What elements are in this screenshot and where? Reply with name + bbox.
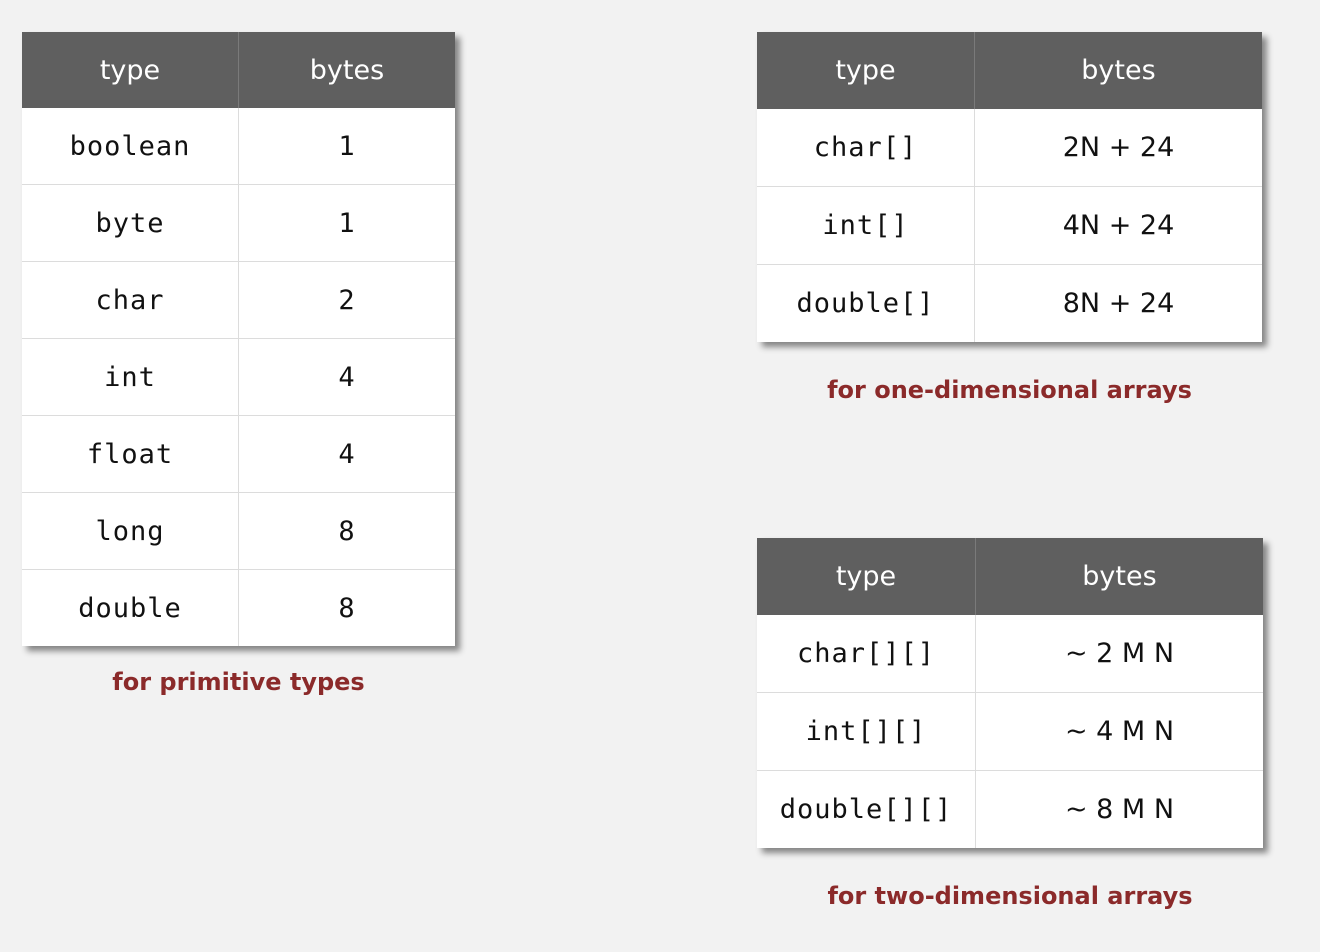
table-row: double[][] ~ 8 M N <box>757 770 1263 848</box>
type-cell: double[] <box>757 264 975 342</box>
table-row: char[] 2N + 24 <box>757 109 1262 187</box>
table-header-row: type bytes <box>22 32 455 108</box>
type-cell: int[][] <box>757 692 976 771</box>
bytes-cell: 8N + 24 <box>974 264 1262 342</box>
bytes-column-header: bytes <box>238 32 455 108</box>
type-cell: boolean <box>22 108 239 185</box>
type-cell: double[][] <box>757 770 976 848</box>
primitive-types-caption: for primitive types <box>112 668 365 696</box>
bytes-cell: ~ 2 M N <box>1064 638 1175 669</box>
bytes-column-header: bytes <box>974 32 1262 109</box>
type-column-header: type <box>757 538 976 615</box>
table-row: char 2 <box>22 261 455 339</box>
table-row: int[] 4N + 24 <box>757 186 1262 265</box>
type-cell: char[][] <box>757 615 976 693</box>
table-row: long 8 <box>22 492 455 570</box>
type-column-header: type <box>22 32 239 108</box>
type-cell: float <box>22 415 239 493</box>
bytes-column-header: bytes <box>975 538 1263 615</box>
bytes-cell: 4 <box>238 338 455 416</box>
bytes-cell: 1 <box>338 130 356 162</box>
table-header-row: type bytes <box>757 32 1262 109</box>
table-row: double[] 8N + 24 <box>757 264 1262 342</box>
table-row: double 8 <box>22 569 455 646</box>
bytes-cell: ~ 4 M N <box>975 692 1263 771</box>
one-dimensional-arrays-caption: for one-dimensional arrays <box>827 376 1192 404</box>
table-row: char[][] ~ 2 M N <box>757 615 1263 693</box>
table-row: float 4 <box>22 415 455 493</box>
type-cell: int[] <box>757 186 975 265</box>
primitive-types-table: type bytes boolean 1 byte 1 char 2 int 4… <box>22 32 455 646</box>
type-column-header: type <box>757 32 975 109</box>
table-row: byte 1 <box>22 184 455 262</box>
type-cell: double <box>22 569 239 646</box>
type-cell: int <box>22 338 239 416</box>
bytes-cell: 8 <box>238 569 455 646</box>
table-row: int 4 <box>22 338 455 416</box>
bytes-cell: 8 <box>238 492 455 570</box>
two-dimensional-arrays-table: type bytes char[][] ~ 2 M N int[][] ~ 4 … <box>757 538 1263 848</box>
type-cell: char[] <box>757 109 975 187</box>
bytes-cell: 2N + 24 <box>1062 132 1175 163</box>
bytes-cell: 2 <box>238 261 455 339</box>
one-dimensional-arrays-table: type bytes char[] 2N + 24 int[] 4N + 24 … <box>757 32 1262 342</box>
bytes-cell: ~ 8 M N <box>975 770 1263 848</box>
two-dimensional-arrays-caption: for two-dimensional arrays <box>827 882 1193 910</box>
table-row: boolean 1 <box>22 108 455 185</box>
bytes-cell: 4 <box>238 415 455 493</box>
bytes-cell: 1 <box>238 184 455 262</box>
table-header-row: type bytes <box>757 538 1263 615</box>
type-cell: char <box>22 261 239 339</box>
bytes-cell: 4N + 24 <box>974 186 1262 265</box>
type-cell: byte <box>22 184 239 262</box>
table-row: int[][] ~ 4 M N <box>757 692 1263 771</box>
type-cell: long <box>22 492 239 570</box>
